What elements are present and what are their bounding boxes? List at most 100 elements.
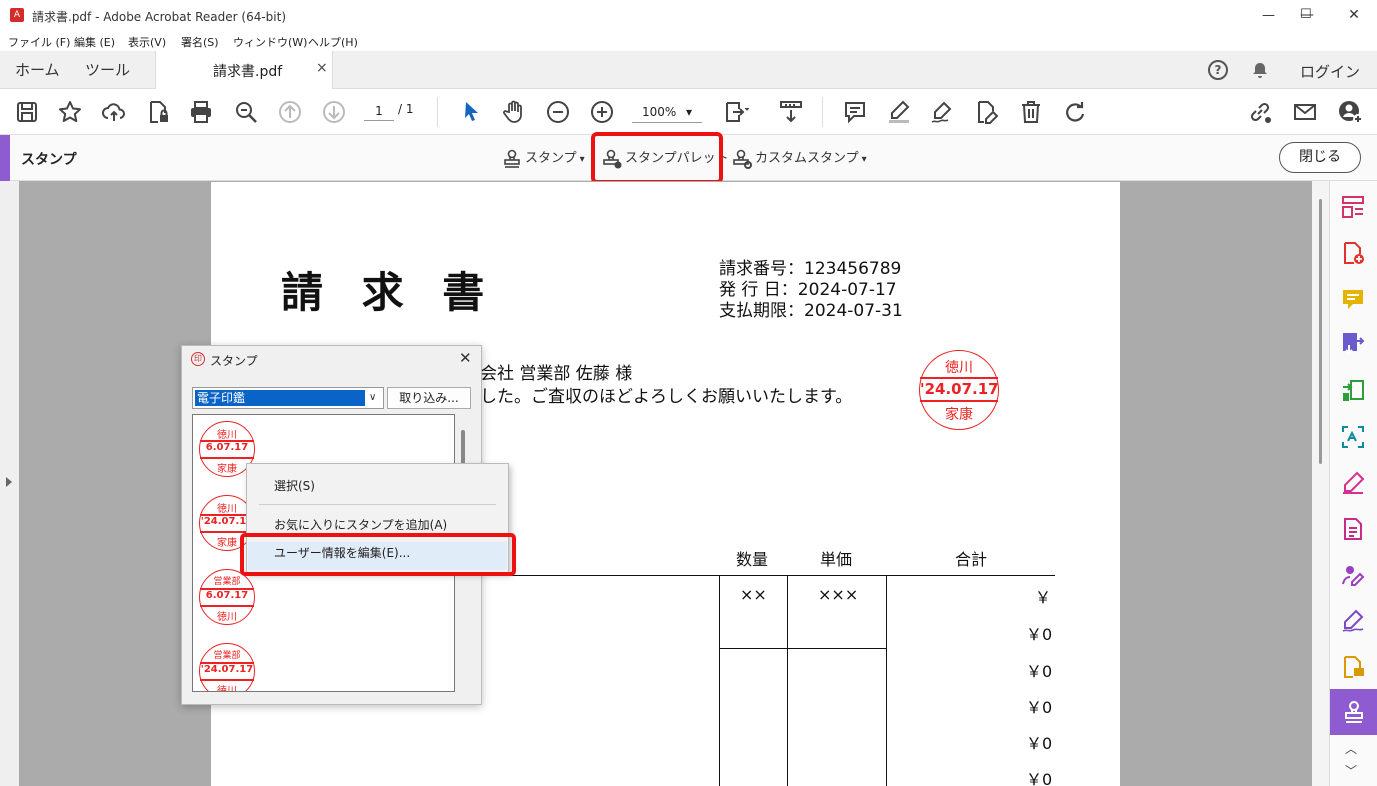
bell-icon[interactable] bbox=[1251, 61, 1269, 79]
custom-stamp-button[interactable]: カスタムスタンプ ▾ bbox=[732, 147, 867, 169]
zoom-out-icon[interactable] bbox=[545, 99, 571, 125]
maximize-icon[interactable]: ☐ bbox=[1300, 7, 1312, 22]
stamp-icon bbox=[1345, 701, 1363, 723]
seal-top-text: 徳川 bbox=[945, 360, 973, 376]
tab-document[interactable]: 請求書.pdf × bbox=[155, 51, 333, 89]
share-link-icon[interactable] bbox=[1247, 99, 1273, 125]
request-signature-icon[interactable] bbox=[1341, 563, 1365, 587]
save-icon[interactable] bbox=[14, 99, 40, 125]
scroll-down-chevron-icon[interactable]: ﹀ bbox=[1345, 762, 1357, 779]
row-total-amount: ￥0 bbox=[1026, 734, 1053, 753]
tab-tools[interactable]: ツール bbox=[85, 51, 130, 89]
close-icon[interactable]: ✕ bbox=[459, 349, 472, 367]
scan-ocr-icon[interactable] bbox=[1341, 425, 1365, 449]
comment-icon[interactable] bbox=[842, 99, 868, 125]
menu-item-add-favorite[interactable]: お気に入りにスタンプを追加(A) bbox=[274, 516, 447, 533]
previous-page-icon[interactable] bbox=[277, 99, 303, 125]
seal-icon: 印 bbox=[191, 352, 205, 366]
scroll-mode-icon[interactable] bbox=[778, 99, 804, 125]
list-stamp[interactable]: 営業部 '24.07.17 徳川 bbox=[199, 643, 255, 691]
stamp-set-select[interactable]: 電子印鑑 ∨ bbox=[192, 387, 384, 409]
menu-edit[interactable]: 編集 (E) bbox=[74, 34, 115, 50]
review-file-icon[interactable] bbox=[1341, 655, 1365, 679]
tab-home[interactable]: ホーム bbox=[15, 51, 60, 89]
row-total-amount: ￥0 bbox=[1026, 770, 1053, 786]
edit-text-icon[interactable] bbox=[973, 99, 999, 125]
seal-divider bbox=[920, 377, 998, 379]
due-date: 支払期限：2024-07-31 bbox=[719, 301, 903, 321]
menu-file[interactable]: ファイル (F) bbox=[8, 34, 70, 50]
menu-sign[interactable]: 署名(S) bbox=[181, 34, 219, 50]
vertical-scrollbar[interactable] bbox=[1312, 181, 1329, 786]
seal-bottom-text: 家康 bbox=[945, 407, 973, 423]
convert-file-icon[interactable] bbox=[1341, 379, 1365, 403]
invoice-title: 請 求 書 bbox=[281, 268, 497, 317]
organize-pages-icon[interactable] bbox=[1341, 195, 1365, 219]
page-number-input[interactable]: 1 bbox=[364, 101, 394, 121]
chevron-down-icon: ∨ bbox=[369, 392, 377, 403]
scroll-up-chevron-icon[interactable]: ︿ bbox=[1345, 740, 1357, 757]
stamp-top-text: 徳川 bbox=[217, 430, 237, 441]
stamp-menu-button[interactable]: スタンプ ▾ bbox=[502, 147, 585, 169]
sign-pen-icon[interactable] bbox=[1341, 609, 1365, 633]
add-user-icon[interactable] bbox=[1337, 99, 1363, 125]
next-page-icon[interactable] bbox=[321, 99, 347, 125]
left-panel-toggle[interactable] bbox=[0, 181, 19, 786]
protect-file-icon[interactable] bbox=[145, 99, 171, 125]
row-total-amount: ￥0 bbox=[1026, 625, 1053, 644]
selected-stamp-set: 電子印鑑 bbox=[195, 390, 365, 406]
seal-date: '24.07.17 bbox=[920, 380, 999, 398]
cloud-upload-icon[interactable] bbox=[101, 99, 127, 125]
draw-pen-icon[interactable] bbox=[929, 99, 955, 125]
stamp-divider bbox=[200, 679, 254, 681]
accent-bar bbox=[0, 135, 10, 181]
scrollbar-thumb[interactable] bbox=[1319, 199, 1322, 464]
comment-tool-icon[interactable] bbox=[1341, 287, 1365, 311]
list-stamp[interactable]: 営業部 6.07.17 徳川 bbox=[199, 569, 255, 625]
menu-separator bbox=[259, 504, 496, 505]
close-window-button[interactable]: ✕ bbox=[1331, 0, 1377, 31]
help-icon[interactable]: ? bbox=[1208, 60, 1228, 80]
import-button[interactable]: 取り込み... bbox=[387, 387, 471, 409]
zoom-value: 100% bbox=[642, 105, 677, 119]
dialog-title: スタンプ bbox=[210, 354, 258, 368]
recipient: 会社 営業部 佐藤 様 bbox=[480, 364, 633, 384]
toolbar-divider bbox=[822, 97, 823, 127]
stamp-date: '24.07.17 bbox=[200, 664, 254, 675]
page-fit-icon[interactable] bbox=[723, 99, 750, 125]
stamp-toolbar-title: スタンプ bbox=[21, 152, 77, 168]
zoom-level-select[interactable]: 100% ▾ bbox=[632, 101, 702, 123]
menu-item-select[interactable]: 選択(S) bbox=[274, 477, 315, 494]
menu-window[interactable]: ウィンドウ(W) bbox=[233, 34, 307, 50]
redo-icon[interactable] bbox=[1062, 99, 1088, 125]
select-cursor-icon[interactable] bbox=[458, 99, 484, 125]
close-stamp-tool-button[interactable]: 閉じる bbox=[1279, 142, 1361, 173]
table-column-line bbox=[787, 575, 788, 786]
create-pdf-icon[interactable] bbox=[1341, 241, 1365, 265]
stamp-date: 6.07.17 bbox=[205, 442, 249, 453]
page-total: / 1 bbox=[398, 102, 414, 116]
print-icon[interactable] bbox=[188, 99, 214, 125]
edit-pdf-icon[interactable] bbox=[1341, 517, 1365, 541]
minimize-icon[interactable]: — bbox=[1262, 8, 1275, 23]
export-pdf-icon[interactable] bbox=[1341, 331, 1365, 355]
delete-trash-icon[interactable] bbox=[1018, 99, 1044, 125]
stamp-divider bbox=[200, 457, 254, 459]
highlight-box bbox=[591, 132, 723, 184]
menu-help[interactable]: ヘルプ(H) bbox=[308, 34, 358, 50]
toolbar-divider bbox=[437, 97, 438, 127]
login-button[interactable]: ログイン bbox=[1300, 61, 1360, 82]
close-tab-icon[interactable]: × bbox=[316, 60, 328, 76]
zoom-search-icon[interactable] bbox=[233, 99, 259, 125]
highlight-pen-icon[interactable] bbox=[886, 99, 912, 125]
stamp-tool-active[interactable] bbox=[1330, 689, 1377, 735]
zoom-in-icon[interactable] bbox=[589, 99, 615, 125]
menu-view[interactable]: 表示(V) bbox=[128, 34, 166, 50]
seal-divider bbox=[920, 400, 998, 402]
bookmark-star-icon[interactable] bbox=[57, 99, 83, 125]
fill-sign-icon[interactable] bbox=[1341, 471, 1365, 495]
hand-tool-icon[interactable] bbox=[501, 99, 527, 125]
email-icon[interactable] bbox=[1292, 99, 1318, 125]
seal-stamp[interactable]: 徳川 '24.07.17 家康 bbox=[919, 350, 999, 430]
custom-stamp-label: カスタムスタンプ bbox=[755, 151, 859, 166]
